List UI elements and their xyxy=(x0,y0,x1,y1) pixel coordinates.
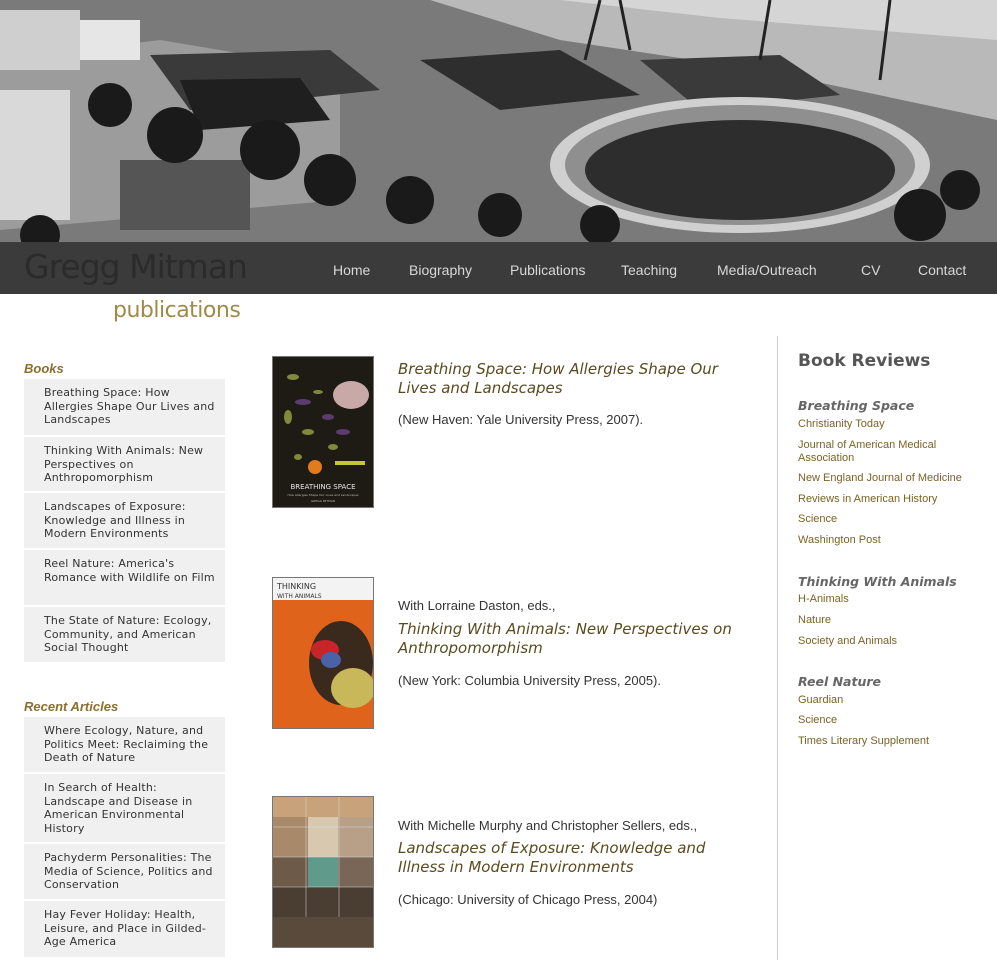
nav-home[interactable]: Home xyxy=(333,262,370,278)
nav-contact[interactable]: Contact xyxy=(918,262,966,278)
review-link[interactable]: Science xyxy=(798,513,973,526)
sidebar-book-item[interactable]: Breathing Space: How Allergies Shape Our… xyxy=(24,379,225,437)
review-link[interactable]: Reviews in American History xyxy=(798,493,973,506)
sidebar-book-item[interactable]: Reel Nature: America's Romance with Wild… xyxy=(24,550,225,607)
review-link[interactable]: Guardian xyxy=(798,694,973,707)
review-group-title: Reel Nature xyxy=(798,674,882,689)
page-title: publications xyxy=(113,298,241,323)
nav-cv[interactable]: CV xyxy=(861,262,880,278)
sidebar-article-item[interactable]: Hay Fever Holiday: Health, Leisure, and … xyxy=(24,901,225,959)
sidebar-article-item[interactable]: Where Ecology, Nature, and Politics Meet… xyxy=(24,717,225,774)
cover-title: BREATHING SPACE xyxy=(290,483,355,491)
review-link[interactable]: Times Literary Supplement xyxy=(798,735,973,748)
header-photo-illustration xyxy=(0,0,997,242)
publication-publisher: (New Haven: Yale University Press, 2007)… xyxy=(398,412,644,427)
nav-publications[interactable]: Publications xyxy=(510,262,586,278)
sidebar-article-item[interactable]: Pachyderm Personalities: The Media of Sc… xyxy=(24,844,225,901)
review-link[interactable]: Society and Animals xyxy=(798,635,973,648)
books-list: Breathing Space: How Allergies Shape Our… xyxy=(24,379,225,664)
publication-coeditors: With Lorraine Daston, eds., xyxy=(398,598,556,613)
publication-publisher: (Chicago: University of Chicago Press, 2… xyxy=(398,892,658,907)
sidebar-book-item[interactable]: The State of Nature: Ecology, Community,… xyxy=(24,607,225,664)
column-divider xyxy=(777,336,778,960)
articles-list: Where Ecology, Nature, and Politics Meet… xyxy=(24,717,225,959)
review-group-title: Breathing Space xyxy=(798,398,915,413)
sidebar-article-item[interactable]: In Search of Health: Landscape and Disea… xyxy=(24,774,225,844)
publication-coeditors: With Michelle Murphy and Christopher Sel… xyxy=(398,818,698,833)
book-cover-breathing-space[interactable]: BREATHING SPACE How Allergies Shape Our … xyxy=(272,356,374,508)
review-link[interactable]: Christianity Today xyxy=(798,418,973,431)
header-photo xyxy=(0,0,997,242)
publication-publisher: (New York: Columbia University Press, 20… xyxy=(398,673,661,688)
sidebar-book-item[interactable]: Thinking With Animals: New Perspectives … xyxy=(24,437,225,493)
review-link[interactable]: Washington Post xyxy=(798,534,973,547)
publication-title[interactable]: Thinking With Animals: New Perspectives … xyxy=(398,620,743,658)
review-link[interactable]: New England Journal of Medicine xyxy=(798,472,973,485)
nav-teaching[interactable]: Teaching xyxy=(621,262,677,278)
nav-media-outreach[interactable]: Media/Outreach xyxy=(717,262,817,278)
book-cover-landscapes-of-exposure[interactable] xyxy=(272,796,374,948)
publication-title[interactable]: Landscapes of Exposure: Knowledge and Il… xyxy=(398,839,743,877)
book-reviews-heading: Book Reviews xyxy=(798,351,931,371)
cover-title: THINKING xyxy=(276,582,316,591)
cover-title-2: WITH ANIMALS xyxy=(277,593,322,600)
site-title[interactable]: Gregg Mitman xyxy=(24,247,248,286)
cover-subtitle: How Allergies Shape Our Lives and Landsc… xyxy=(287,493,358,497)
articles-heading: Recent Articles xyxy=(24,699,119,714)
review-link[interactable]: Science xyxy=(798,714,973,727)
sidebar-book-item[interactable]: Landscapes of Exposure: Knowledge and Il… xyxy=(24,493,225,550)
publication-title[interactable]: Breathing Space: How Allergies Shape Our… xyxy=(398,360,743,398)
nav-biography[interactable]: Biography xyxy=(409,262,472,278)
books-heading: Books xyxy=(24,361,64,376)
review-group-title: Thinking With Animals xyxy=(798,574,957,589)
book-cover-thinking-with-animals[interactable]: THINKING WITH ANIMALS xyxy=(272,577,374,729)
review-link[interactable]: H-Animals xyxy=(798,593,973,606)
cover-author: GREGG MITMAN xyxy=(311,499,335,503)
review-link[interactable]: Journal of American Medical Association xyxy=(798,439,973,464)
review-link[interactable]: Nature xyxy=(798,614,973,627)
nav-bar: Gregg Mitman Home Biography Publications… xyxy=(0,242,997,294)
